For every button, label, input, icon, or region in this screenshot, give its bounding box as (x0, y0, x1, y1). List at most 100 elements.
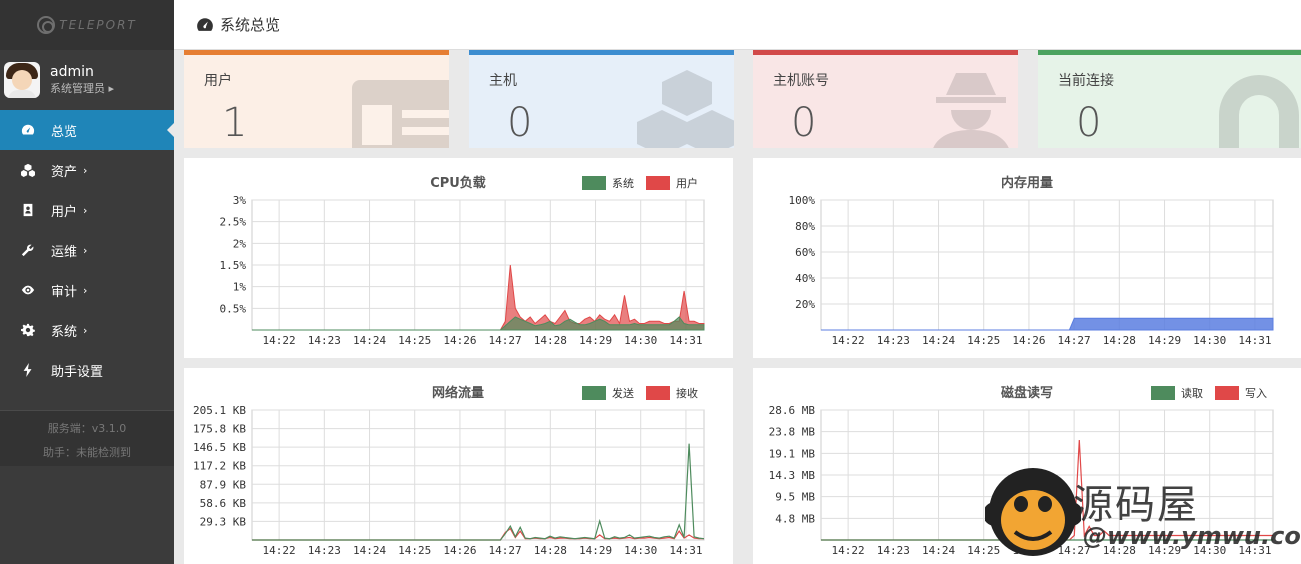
disk-chart: 磁盘读写 读取 写入 28.6 MB 23.8 MB 19.1 MB 14.3 MB 9.5 … (769, 385, 1274, 557)
card-title: 主机账号 (773, 73, 829, 89)
dashboard-icon (197, 17, 213, 31)
legend-swatch[interactable] (646, 386, 670, 400)
legend-label[interactable]: 用户 (676, 176, 698, 190)
x-tick-label: 14:28 (534, 544, 567, 557)
stat-card-host-accounts[interactable]: 主机账号 0 (753, 50, 1018, 148)
x-tick-label: 14:25 (398, 334, 431, 347)
legend-label[interactable]: 接收 (676, 386, 698, 400)
x-tick-label: 14:30 (624, 544, 657, 557)
legend-swatch[interactable] (1151, 386, 1175, 400)
y-tick-label: 0.5% (220, 302, 247, 315)
legend-swatch[interactable] (646, 176, 670, 190)
chart-title: 内存用量 (1001, 175, 1053, 191)
page-title: 系统总览 (220, 16, 281, 34)
card-title: 当前连接 (1058, 73, 1114, 89)
series-line (821, 439, 1273, 541)
chevron-right-icon: › (83, 203, 88, 217)
id-card-icon (352, 80, 449, 148)
card-title: 用户 (204, 73, 232, 89)
chart-title: CPU负载 (430, 175, 486, 191)
nav-label: 用户 (51, 204, 78, 220)
nav-item-assets[interactable]: 资产 › (0, 150, 174, 190)
x-tick-label: 14:22 (263, 544, 296, 557)
nav-item-ops[interactable]: 运维 › (0, 230, 174, 270)
disk-chart-panel: 磁盘读写 读取 写入 28.6 MB 23.8 MB 19.1 MB 14.3 MB 9.5 … (753, 368, 1301, 564)
server-version: 服务端：v3.1.0 (47, 422, 127, 435)
y-tick-label: 4.8 MB (775, 512, 815, 525)
chart-title: 磁盘读写 (1001, 385, 1053, 401)
x-tick-label: 14:25 (967, 334, 1000, 347)
nav-label: 审计 (51, 284, 78, 300)
sidebar: TELEPORT admin 系统管理员 ▸ 总览 资产 › 用户 › 运维 ›… (0, 0, 174, 564)
user-secret-icon (933, 73, 1009, 148)
x-tick-label: 14:31 (669, 544, 702, 557)
legend-label[interactable]: 读取 (1181, 386, 1203, 400)
x-tick-label: 14:27 (489, 334, 522, 347)
legend-swatch[interactable] (582, 176, 606, 190)
logo-icon (37, 16, 56, 34)
series-area (821, 317, 1274, 331)
x-tick-label: 14:26 (1012, 544, 1045, 557)
dashboard-icon (20, 122, 36, 138)
x-tick-label: 14:22 (832, 544, 865, 557)
network-chart: 网络流量 发送 接收 205.1 KB 175.8 KB 146.5 KB 117.2 KB… (193, 385, 705, 557)
stat-card-connections[interactable]: 当前连接 0 (1038, 50, 1301, 148)
series-area (252, 264, 705, 331)
nav-item-assistant-settings[interactable]: 助手设置 (0, 350, 174, 390)
avatar (4, 62, 40, 98)
page-header: 系统总览 (174, 0, 1301, 50)
plot-frame (820, 199, 1274, 331)
nav-label: 运维 (51, 244, 78, 260)
x-tick-label: 14:27 (1058, 544, 1091, 557)
app-logo[interactable]: TELEPORT (0, 0, 174, 50)
x-tick-label: 14:25 (967, 544, 1000, 557)
user-name: admin (50, 64, 94, 80)
x-tick-label: 14:26 (443, 544, 476, 557)
stat-card-hosts[interactable]: 主机 0 (469, 50, 734, 148)
y-tick-label: 205.1 KB (193, 404, 246, 417)
series-line (252, 443, 705, 541)
x-tick-label: 14:26 (1012, 334, 1045, 347)
x-tick-label: 14:22 (832, 334, 865, 347)
x-tick-label: 14:23 (877, 544, 910, 557)
card-value: 0 (1076, 100, 1102, 146)
y-tick-label: 58.6 KB (200, 497, 247, 510)
chevron-right-icon: › (83, 243, 88, 257)
legend-swatch[interactable] (582, 386, 606, 400)
y-tick-label: 1.5% (220, 259, 247, 272)
chevron-right-icon: › (83, 163, 88, 177)
x-tick-label: 14:27 (1058, 334, 1091, 347)
x-tick-label: 14:22 (263, 334, 296, 347)
x-tick-label: 14:31 (1238, 334, 1271, 347)
cubes-icon (637, 70, 734, 148)
wrench-icon (20, 242, 36, 258)
stat-card-users[interactable]: 用户 1 (184, 50, 449, 148)
user-card-icon (20, 202, 36, 218)
x-tick-label: 14:30 (1193, 544, 1226, 557)
y-tick-label: 9.5 MB (775, 491, 815, 504)
card-value: 0 (507, 100, 533, 146)
link-icon (1219, 75, 1299, 148)
y-tick-label: 175.8 KB (193, 423, 246, 436)
user-role[interactable]: 系统管理员 ▸ (50, 81, 114, 97)
legend-label[interactable]: 发送 (612, 386, 634, 400)
y-tick-label: 87.9 KB (200, 478, 247, 491)
x-tick-label: 14:28 (1103, 334, 1136, 347)
x-tick-label: 14:28 (1103, 544, 1136, 557)
x-tick-label: 14:30 (624, 334, 657, 347)
y-tick-label: 3% (233, 194, 247, 207)
legend-label[interactable]: 系统 (612, 177, 634, 190)
nav-item-users[interactable]: 用户 › (0, 190, 174, 230)
y-tick-label: 100% (789, 194, 816, 207)
legend-label[interactable]: 写入 (1245, 387, 1267, 400)
user-profile[interactable]: admin 系统管理员 ▸ (0, 50, 174, 110)
memory-chart-panel: 内存用量 100% 80% 60% 40% 20% 14:22 14:23 14:24 14:25… (753, 158, 1301, 358)
legend-swatch[interactable] (1215, 386, 1239, 400)
nav-item-overview[interactable]: 总览 (0, 110, 174, 150)
x-tick-label: 14:23 (308, 334, 341, 347)
y-tick-label: 80% (795, 220, 815, 233)
nav-label: 资产 (51, 164, 78, 180)
nav-item-audit[interactable]: 审计 › (0, 270, 174, 310)
y-tick-label: 28.6 MB (769, 404, 816, 417)
nav-item-system[interactable]: 系统 › (0, 310, 174, 350)
